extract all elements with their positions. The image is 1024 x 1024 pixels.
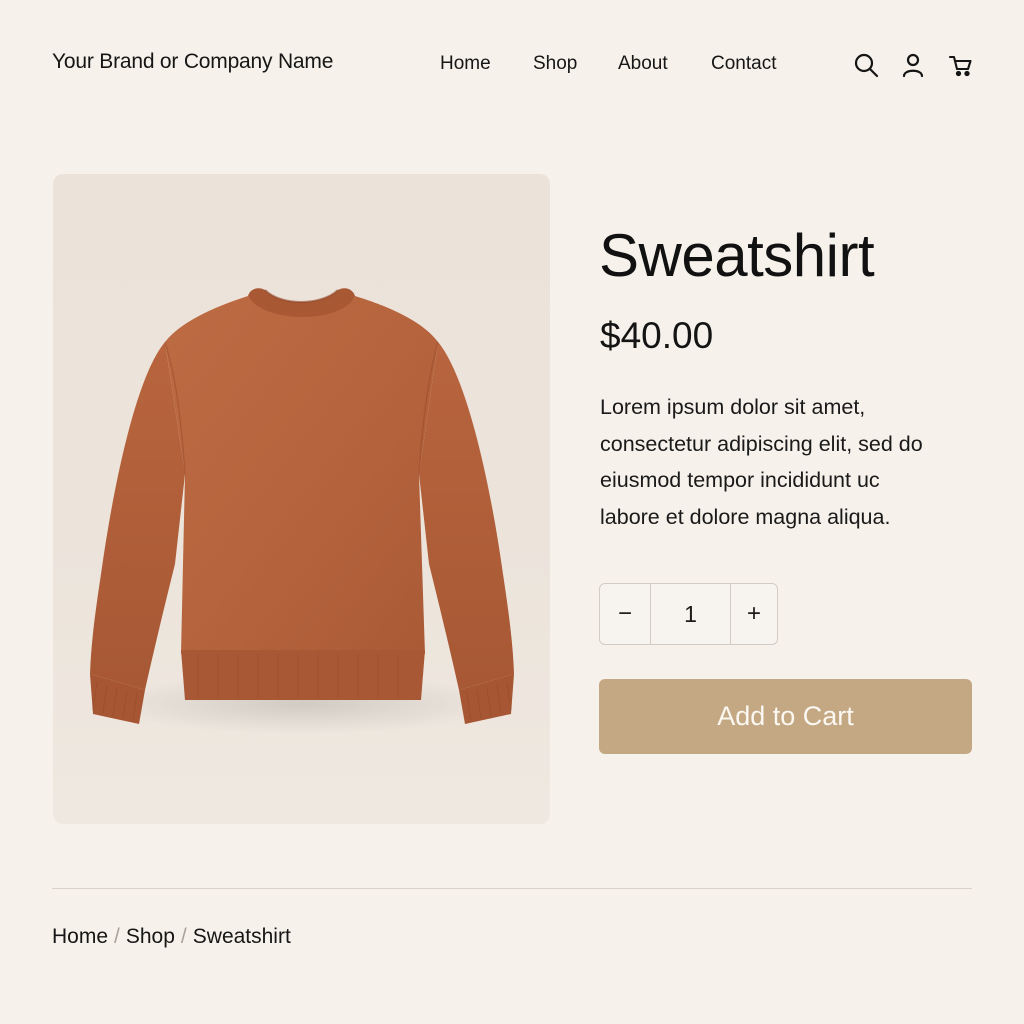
description-line: Lorem ipsum dolor sit amet, — [600, 395, 866, 419]
search-icon[interactable] — [853, 52, 879, 78]
product-price: $40.00 — [600, 315, 714, 356]
nav-about[interactable]: About — [618, 53, 668, 75]
product-image — [53, 174, 550, 824]
product-page: Your Brand or Company Name Home Shop Abo… — [0, 0, 1024, 1024]
decrement-button[interactable]: − — [600, 584, 651, 644]
description-line: consectetur adipiscing elit, sed do — [600, 431, 923, 456]
quantity-stepper: − 1 + — [599, 583, 778, 645]
breadcrumb-home[interactable]: Home — [52, 925, 108, 948]
breadcrumb-separator: / — [180, 925, 187, 948]
breadcrumb-current: Sweatshirt — [192, 925, 291, 948]
breadcrumb-shop[interactable]: Shop — [126, 925, 175, 948]
description-line: labore et dolore magna aliqua. — [600, 504, 891, 529]
product-title: Sweatshirt — [599, 222, 875, 289]
breadcrumb: Home / Shop / Sweatshirt — [52, 925, 291, 949]
product-description: Lorem ipsum dolor sit amet, consectetur … — [600, 389, 970, 535]
nav-shop[interactable]: Shop — [533, 53, 577, 75]
divider — [52, 888, 972, 889]
user-icon[interactable] — [900, 52, 926, 78]
increment-button[interactable]: + — [730, 584, 777, 644]
nav-home[interactable]: Home — [440, 53, 491, 75]
sweatshirt-illustration — [90, 288, 514, 734]
breadcrumb-separator: / — [114, 925, 120, 948]
description-line: eiusmod tempor incididunt uc — [600, 468, 880, 492]
quantity-value[interactable]: 1 — [651, 584, 730, 644]
cart-icon[interactable] — [948, 52, 974, 78]
add-to-cart-button[interactable]: Add to Cart — [599, 679, 972, 754]
nav-contact[interactable]: Contact — [711, 53, 776, 75]
